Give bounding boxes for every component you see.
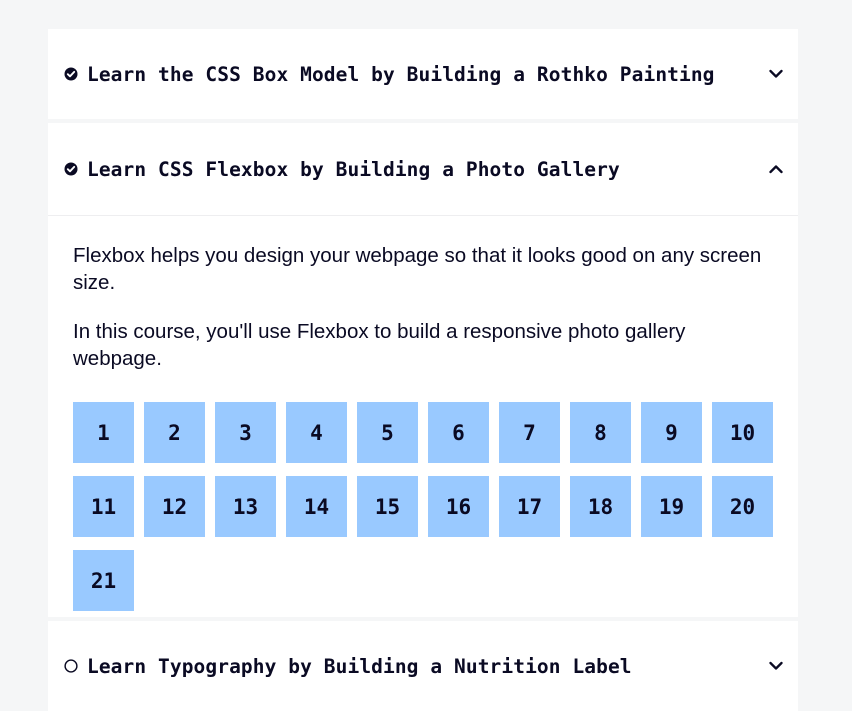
step-link[interactable]: 2 [144,402,205,463]
step-link[interactable]: 1 [73,402,134,463]
step-link[interactable]: 5 [357,402,418,463]
block-typography: Learn Typography by Building a Nutrition… [48,621,798,711]
empty-circle-icon [64,659,78,673]
block-description: In this course, you'll use Flexbox to bu… [73,320,686,370]
curriculum-block-list: Learn the CSS Box Model by Building a Ro… [48,29,798,711]
step-link[interactable]: 8 [570,402,631,463]
block-title: Learn Typography by Building a Nutrition… [87,654,632,678]
step-link[interactable]: 3 [215,402,276,463]
chevron-down-icon [768,66,784,82]
step-link[interactable]: 14 [286,476,347,537]
block-css-box-model: Learn the CSS Box Model by Building a Ro… [48,29,798,119]
step-link[interactable]: 19 [641,476,702,537]
step-link[interactable]: 6 [428,402,489,463]
step-link[interactable]: 12 [144,476,205,537]
step-link[interactable]: 11 [73,476,134,537]
block-css-flexbox: Learn CSS Flexbox by Building a Photo Ga… [48,123,798,617]
chevron-up-icon [768,161,784,177]
chevron-down-icon [768,658,784,674]
step-link[interactable]: 16 [428,476,489,537]
block-description: Flexbox helps you design your webpage so… [73,244,762,294]
step-link[interactable]: 7 [499,402,560,463]
block-header-css-flexbox[interactable]: Learn CSS Flexbox by Building a Photo Ga… [48,123,798,216]
step-link[interactable]: 4 [286,402,347,463]
step-link[interactable]: 13 [215,476,276,537]
check-circle-icon [64,162,78,176]
step-link[interactable]: 21 [73,550,134,611]
step-link[interactable]: 10 [712,402,773,463]
block-title: Learn CSS Flexbox by Building a Photo Ga… [87,157,620,181]
step-link[interactable]: 17 [499,476,560,537]
step-grid: 1 2 3 4 5 6 7 8 9 10 11 12 13 14 15 16 1… [73,402,773,611]
block-title: Learn the CSS Box Model by Building a Ro… [87,62,715,86]
step-link[interactable]: 9 [641,402,702,463]
step-link[interactable]: 15 [357,476,418,537]
step-link[interactable]: 18 [570,476,631,537]
block-header-typography[interactable]: Learn Typography by Building a Nutrition… [48,621,798,711]
block-header-css-box-model[interactable]: Learn the CSS Box Model by Building a Ro… [48,29,798,119]
check-circle-icon [64,67,78,81]
step-link[interactable]: 20 [712,476,773,537]
block-body-css-flexbox: Flexbox helps you design your webpage so… [48,216,798,617]
